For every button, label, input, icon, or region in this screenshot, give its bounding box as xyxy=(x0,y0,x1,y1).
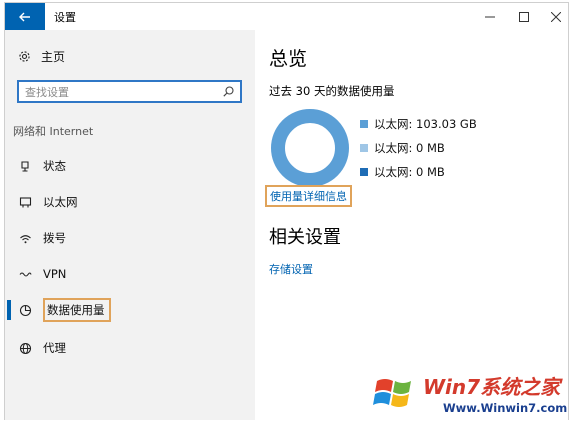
legend-label: 以太网: 0 MB xyxy=(374,165,445,179)
section-label: 网络和 Internet xyxy=(13,125,94,138)
sidebar-item-label: 拨号 xyxy=(43,231,66,245)
close-button[interactable] xyxy=(541,3,571,30)
window-title: 设置 xyxy=(54,11,76,24)
legend-label: 以太网: 103.03 GB xyxy=(374,117,477,131)
watermark: Win7系统之家 Www.Winwin7.com xyxy=(371,367,571,421)
related-settings-title: 相关设置 xyxy=(269,227,341,248)
title-bar: 设置 xyxy=(5,3,568,30)
status-icon xyxy=(18,159,32,173)
ethernet-icon xyxy=(18,195,32,209)
sidebar: 主页 查找设置 网络和 Internet 状态 以太网 拨号 VPN 数据使用量… xyxy=(5,30,255,420)
sidebar-item-data-usage[interactable]: 数据使用量 xyxy=(5,296,255,324)
legend-swatch xyxy=(360,120,368,128)
settings-window: 设置 主页 查找设置 网络和 Internet 状态 以太网 拨号 VPN 数据… xyxy=(4,2,569,420)
main-content: 总览 过去 30 天的数据使用量 以太网: 103.03 GB 以太网: 0 M… xyxy=(255,30,568,420)
legend-item: 以太网: 103.03 GB xyxy=(360,112,477,136)
storage-settings-link[interactable]: 存储设置 xyxy=(269,261,313,277)
maximize-button[interactable] xyxy=(509,3,539,30)
search-icon xyxy=(223,86,234,97)
sidebar-item-ethernet[interactable]: 以太网 xyxy=(5,188,255,216)
globe-icon xyxy=(18,341,32,355)
watermark-title: Win7系统之家 xyxy=(423,375,561,399)
sidebar-home[interactable]: 主页 xyxy=(17,48,65,65)
data-usage-icon xyxy=(18,303,32,317)
search-input[interactable]: 查找设置 xyxy=(25,84,69,100)
search-box[interactable]: 查找设置 xyxy=(17,80,242,103)
usage-donut-chart xyxy=(271,109,349,187)
legend-item: 以太网: 0 MB xyxy=(360,136,477,160)
close-icon xyxy=(551,11,561,22)
windows-logo-icon xyxy=(373,379,411,407)
gear-icon xyxy=(17,50,31,64)
back-button[interactable] xyxy=(5,3,45,30)
sidebar-item-vpn[interactable]: VPN xyxy=(5,260,255,288)
legend-item: 以太网: 0 MB xyxy=(360,160,477,184)
legend-label: 以太网: 0 MB xyxy=(374,141,445,155)
highlight-frame: 数据使用量 xyxy=(43,298,111,322)
legend-swatch xyxy=(360,168,368,176)
usage-details-link[interactable]: 使用量详细信息 xyxy=(265,185,352,207)
page-title: 总览 xyxy=(269,48,308,70)
sidebar-item-label: VPN xyxy=(43,267,67,281)
donut-ring xyxy=(271,109,349,187)
sidebar-item-dialup[interactable]: 拨号 xyxy=(5,224,255,252)
vpn-icon xyxy=(18,267,32,281)
watermark-url: Www.Winwin7.com xyxy=(443,401,568,415)
sidebar-item-proxy[interactable]: 代理 xyxy=(5,334,255,362)
usage-legend: 以太网: 103.03 GB 以太网: 0 MB 以太网: 0 MB xyxy=(360,112,477,184)
home-label: 主页 xyxy=(41,50,66,64)
sidebar-item-label: 数据使用量 xyxy=(47,303,105,317)
minimize-icon xyxy=(485,16,495,17)
legend-swatch xyxy=(360,144,368,152)
minimize-button[interactable] xyxy=(475,3,505,30)
period-label: 过去 30 天的数据使用量 xyxy=(269,84,395,98)
selection-indicator xyxy=(7,300,11,320)
sidebar-item-label: 代理 xyxy=(43,341,66,355)
maximize-icon xyxy=(519,11,529,22)
dialup-icon xyxy=(18,231,32,245)
sidebar-item-status[interactable]: 状态 xyxy=(5,152,255,180)
sidebar-item-label: 状态 xyxy=(43,159,66,173)
back-arrow-icon xyxy=(19,12,30,21)
sidebar-item-label: 以太网 xyxy=(43,195,78,209)
